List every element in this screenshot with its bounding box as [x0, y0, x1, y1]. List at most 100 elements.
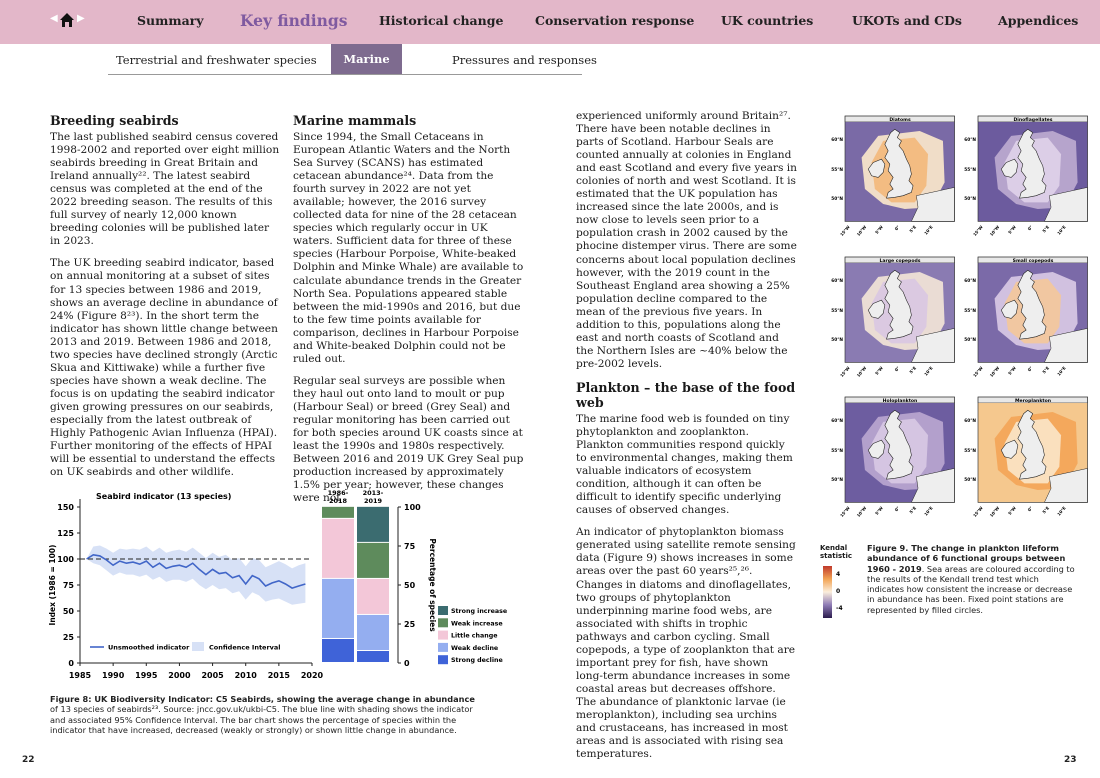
bar-legend-swatch — [438, 606, 448, 615]
map-panel-holoplankton: Holoplankton 60°N 55°N 50°N 15°W 10°W 5°W 0° 5°E… — [823, 393, 955, 520]
map-lon-label: 5°W — [1007, 365, 1017, 376]
bar-category-label: 2018 — [329, 497, 348, 505]
map-lat-label: 60°N — [964, 418, 976, 424]
x-tick-label: 2005 — [201, 671, 224, 680]
map-lon-label: 15°W — [972, 505, 984, 518]
x-tick-label: 1995 — [135, 671, 158, 680]
legend-ci-label: Confidence Interval — [209, 644, 281, 652]
map-lon-label: 10°E — [923, 505, 934, 516]
nav-key-findings[interactable]: Key findings — [240, 11, 348, 30]
bar-legend-swatch — [438, 618, 448, 628]
chevron-left-icon[interactable]: ◀ — [50, 13, 58, 24]
bar-segment — [357, 578, 389, 614]
map-lon-label: 5°W — [1007, 505, 1017, 516]
map-svg: Diatoms 60°N 55°N 50°N 15°W 10°W 5°W 0° 5°E 10°E — [831, 115, 955, 237]
nav-conservation-response[interactable]: Conservation response — [535, 13, 694, 28]
seabird-chart-title: Seabird indicator (13 species) — [96, 492, 231, 501]
bar-legend-swatch — [438, 630, 448, 640]
map-lon-label: 10°W — [856, 365, 868, 378]
map-body — [844, 115, 955, 222]
x-tick-label: 1990 — [102, 671, 125, 680]
nav-historical-change[interactable]: Historical change — [379, 13, 503, 28]
bar-segment — [357, 650, 389, 662]
map-lon-label: 10°W — [989, 505, 1001, 518]
y-axis-label: Index (1986 = 100) — [48, 545, 57, 626]
subnav-marine[interactable]: Marine — [331, 44, 402, 75]
para-seabird-census: The last published seabird census covere… — [50, 131, 280, 248]
kendal-tick-neg: -4 — [836, 605, 843, 612]
map-lon-label: 5°W — [874, 365, 884, 376]
heading-marine-mammals: Marine mammals — [293, 113, 417, 128]
map-lon-label: 15°W — [972, 224, 984, 237]
bar-category-label: 2019 — [364, 497, 383, 505]
bar-legend-label: Strong decline — [451, 657, 503, 664]
column-breeding-seabirds: Breeding seabirds The last published sea… — [50, 113, 282, 488]
map-lon-label: 10°E — [1056, 365, 1067, 376]
nav-summary[interactable]: Summary — [137, 13, 204, 28]
column-plankton: experienced uniformly around Britain²⁷. … — [576, 110, 798, 770]
map-lon-label: 5°E — [1041, 505, 1050, 514]
kendal-tick-zero: 0 — [836, 588, 840, 595]
y-tick-label: 50 — [63, 607, 75, 616]
map-panel-dinoflagellates: Dinoflagellates 60°N 55°N 50°N 15°W 10°W 5°W 0°… — [956, 112, 1088, 239]
x-tick-label: 2000 — [168, 671, 191, 680]
bar-segment — [322, 518, 354, 578]
nav-uk-countries[interactable]: UK countries — [721, 13, 813, 28]
map-lon-label: 5°W — [874, 224, 884, 235]
map-lon-label: 0° — [894, 224, 901, 231]
map-lon-label: 15°W — [839, 365, 851, 378]
map-lat-label: 55°N — [831, 448, 843, 454]
y-tick-label: 0 — [68, 659, 74, 668]
map-lat-label: 60°N — [964, 278, 976, 284]
kendal-legend: Kendal statistic 4 0 -4 — [820, 544, 860, 624]
bar-y-axis-label: Percentage of species — [428, 538, 437, 632]
x-tick-label: 2015 — [268, 671, 291, 680]
home-nav[interactable]: ◀ ▶ — [50, 12, 86, 30]
para-seabird-indicator: The UK breeding seabird indicator, based… — [50, 257, 278, 479]
kendal-tick-pos: 4 — [836, 571, 840, 578]
map-lon-label: 15°W — [839, 224, 851, 237]
map-title: Dinoflagellates — [1013, 117, 1052, 123]
bar-legend-label: Weak increase — [451, 620, 503, 627]
nav-appendices[interactable]: Appendices — [998, 13, 1078, 28]
chevron-right-icon[interactable]: ▶ — [77, 13, 85, 24]
bar-legend-swatch — [438, 642, 448, 652]
map-body — [844, 396, 955, 503]
map-title: Small copepods — [1013, 258, 1054, 264]
map-lon-label: 10°E — [923, 365, 934, 376]
map-lon-label: 0° — [894, 505, 901, 512]
bar-legend-label: Weak decline — [451, 645, 498, 652]
subnav-pressures[interactable]: Pressures and responses — [452, 53, 597, 67]
figure9-caption: Figure 9. The change in plankton lifefor… — [867, 543, 1077, 615]
bar-legend-swatch — [438, 655, 448, 665]
home-icon[interactable] — [59, 12, 75, 28]
subnav-divider — [108, 74, 582, 75]
para-plankton-indicator: An indicator of phytoplankton biomass ge… — [576, 526, 796, 761]
map-lon-label: 5°E — [1041, 224, 1050, 233]
map-lon-label: 0° — [1027, 365, 1034, 372]
map-lon-label: 5°W — [874, 505, 884, 516]
bar-y-tick-label: 25 — [404, 620, 416, 629]
nav-ukots-cds[interactable]: UKOTs and CDs — [852, 13, 962, 28]
map-panel-diatoms: Diatoms 60°N 55°N 50°N 15°W 10°W 5°W 0° 5°E 10°E — [823, 112, 955, 239]
bar-segment — [357, 542, 389, 578]
bar-segment — [357, 614, 389, 650]
map-lon-label: 0° — [1027, 224, 1034, 231]
seabird-chart: 0 25 50 75 100 125 150 1985 1990 1995 2000 2005 2010… — [46, 486, 516, 691]
map-lat-label: 60°N — [964, 137, 976, 143]
map-lat-label: 60°N — [831, 137, 843, 143]
kendal-legend-title: Kendal statistic — [820, 544, 853, 560]
x-tick-label: 1985 — [69, 671, 92, 680]
legend-indicator-label: Unsmoothed indicator — [108, 644, 190, 652]
map-lat-label: 50°N — [831, 337, 843, 343]
para-seals-continued: experienced uniformly around Britain²⁷. … — [576, 110, 797, 370]
page-number-left: 22 — [22, 755, 35, 765]
subnav-terrestrial[interactable]: Terrestrial and freshwater species — [116, 53, 317, 67]
map-lat-label: 50°N — [964, 477, 976, 483]
bar-segment — [322, 506, 354, 518]
map-lat-label: 55°N — [831, 167, 843, 173]
map-lon-label: 10°W — [856, 505, 868, 518]
y-tick-label: 75 — [63, 581, 75, 590]
column-marine-mammals: Marine mammals Since 1994, the Small Cet… — [293, 113, 525, 514]
page-number-right: 23 — [1064, 755, 1077, 765]
